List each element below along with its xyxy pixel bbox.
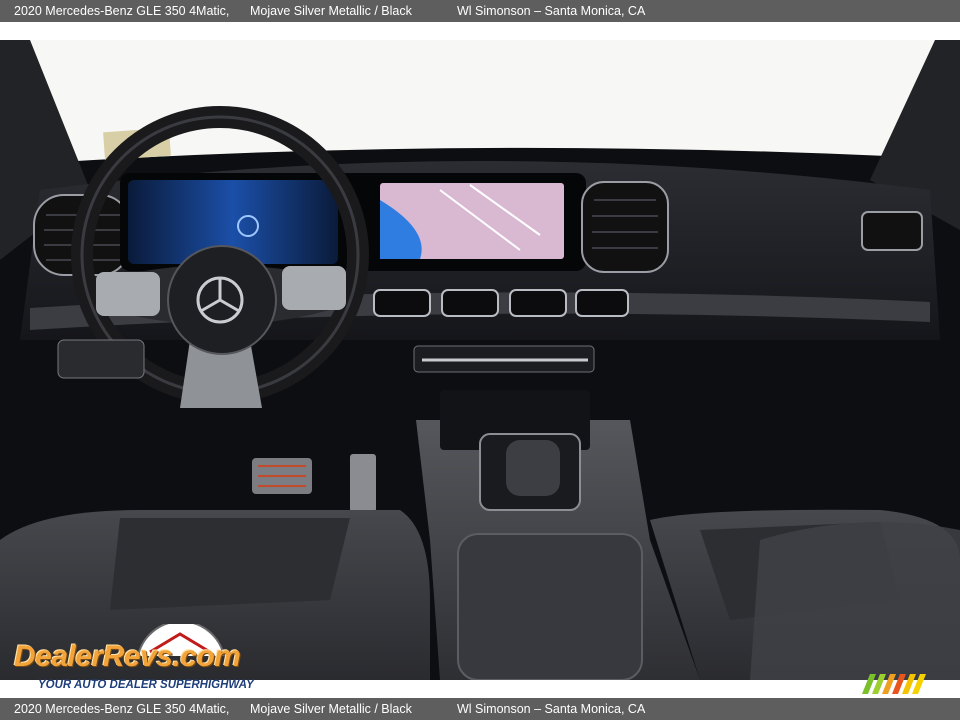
- accelerator-pedal: [350, 454, 376, 512]
- dealerrevs-wordmark: DealerRevs.com: [14, 640, 241, 673]
- caption-color: Mojave Silver Metallic / Black: [250, 4, 412, 18]
- caption-title: 2020 Mercedes-Benz GLE 350 4Matic,: [14, 4, 230, 18]
- caption-bar-bottom: 2020 Mercedes-Benz GLE 350 4Matic, Mojav…: [0, 698, 960, 720]
- caption-dealer: Wl Simonson – Santa Monica, CA: [457, 4, 646, 18]
- stripes-logo: [862, 674, 926, 694]
- light-switch-panel: [57, 339, 145, 379]
- armrest: [457, 533, 643, 680]
- passenger-seat-bolster: [750, 522, 960, 680]
- touchpad-wrist-rest: [506, 440, 560, 496]
- right-vent: [861, 211, 923, 251]
- caption-bar-top: 2020 Mercedes-Benz GLE 350 4Matic, Mojav…: [0, 0, 960, 22]
- dashboard-illustration: [0, 40, 960, 680]
- caption-title-bottom: 2020 Mercedes-Benz GLE 350 4Matic,: [14, 702, 230, 716]
- caption-color-bottom: Mojave Silver Metallic / Black: [250, 702, 412, 716]
- caption-dealer-bottom: Wl Simonson – Santa Monica, CA: [457, 702, 646, 716]
- dealerrevs-tagline: YOUR AUTO DEALER SUPERHIGHWAY: [38, 679, 254, 691]
- steering-left-controls: [96, 272, 160, 316]
- interior-photo: [0, 40, 960, 680]
- driver-seat-insert: [110, 518, 350, 610]
- center-right-vent: [581, 181, 669, 273]
- steering-right-controls: [282, 266, 346, 310]
